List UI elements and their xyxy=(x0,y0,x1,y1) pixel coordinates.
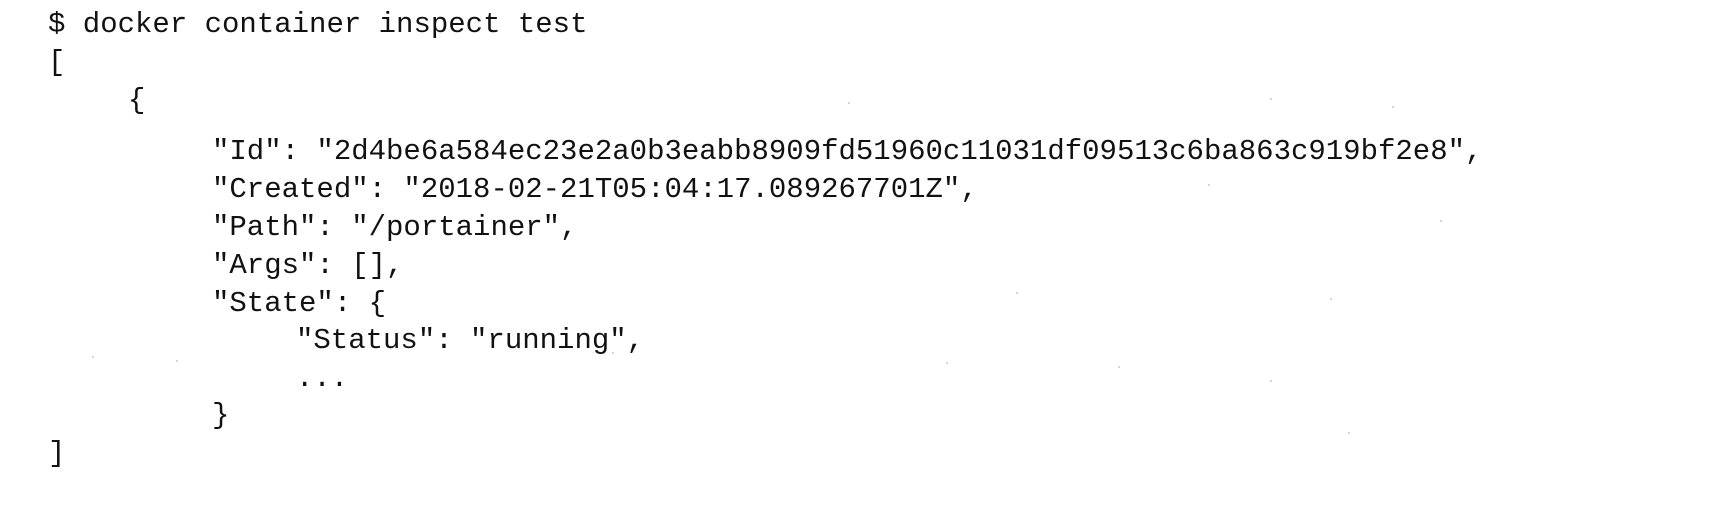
noise-speck xyxy=(1016,292,1018,294)
json-ellipsis: ... xyxy=(296,362,349,395)
noise-speck xyxy=(848,102,850,104)
noise-speck xyxy=(1440,220,1442,222)
json-field-created: "Created": "2018-02-21T05:04:17.08926770… xyxy=(212,173,978,206)
noise-speck xyxy=(1348,432,1350,434)
json-field-status: "Status": "running", xyxy=(296,324,645,357)
noise-speck xyxy=(176,360,178,362)
command-line: $ docker container inspect test xyxy=(48,8,588,41)
json-field-state: "State": { xyxy=(212,287,387,320)
noise-speck xyxy=(92,356,94,358)
noise-speck xyxy=(1118,366,1120,368)
noise-speck xyxy=(1270,98,1272,100)
json-field-id: "Id": "2d4be6a584ec23e2a0b3eabb8909fd519… xyxy=(212,135,1483,168)
json-array-close: ] xyxy=(48,437,66,470)
json-field-args: "Args": [], xyxy=(212,249,404,282)
terminal-output: $ docker container inspect test [ { "Id"… xyxy=(0,0,1726,530)
noise-speck xyxy=(1270,380,1272,382)
noise-speck xyxy=(1392,106,1394,108)
noise-speck xyxy=(612,352,614,354)
noise-speck xyxy=(946,362,948,364)
noise-speck xyxy=(1330,298,1332,300)
noise-speck xyxy=(1208,184,1210,186)
json-state-close: } xyxy=(212,399,230,432)
json-array-open: [ xyxy=(48,46,66,79)
json-field-path: "Path": "/portainer", xyxy=(212,211,578,244)
json-object-open: { xyxy=(128,84,146,117)
